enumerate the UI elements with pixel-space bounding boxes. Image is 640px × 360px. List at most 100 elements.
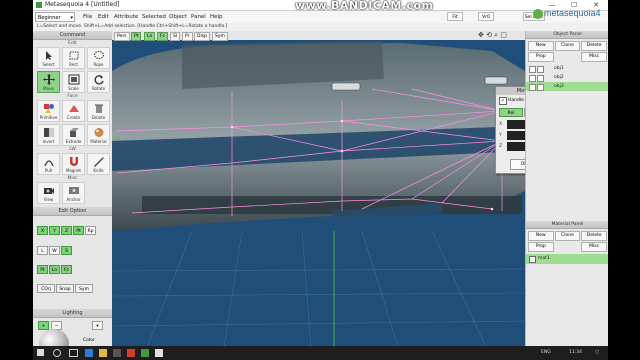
visibility-checkbox[interactable] <box>529 66 536 73</box>
rp-toggle[interactable]: Rp <box>85 226 96 235</box>
menu-help[interactable]: Help <box>210 12 223 22</box>
primitive-icon <box>43 104 54 113</box>
scale-tool[interactable]: Scale <box>62 71 85 93</box>
arrow-cursor-icon <box>45 51 52 60</box>
corj-toggle[interactable]: COrj <box>37 284 55 293</box>
object-prop-button[interactable]: Prop <box>528 52 554 62</box>
light-menu-button[interactable]: ▾ <box>92 321 103 330</box>
add-light-button[interactable]: + <box>38 321 49 330</box>
axis-z-toggle[interactable]: Z <box>61 226 72 235</box>
tab-sym[interactable]: Sym <box>212 32 228 41</box>
world-toggle[interactable]: W <box>49 246 60 255</box>
material-new-button[interactable]: New <box>528 231 554 241</box>
object-misc-button[interactable]: Misc <box>581 52 607 62</box>
tab-disp[interactable]: Disp <box>194 32 210 41</box>
create-tool[interactable]: Create <box>62 100 85 122</box>
material-row-mat1[interactable]: mat1 <box>526 254 608 264</box>
object-row-obj1[interactable]: obj1 <box>526 64 608 73</box>
object-new-button[interactable]: New <box>528 41 554 51</box>
file-explorer-icon[interactable] <box>99 349 107 357</box>
menu-attribute[interactable]: Attribute <box>114 12 138 22</box>
status-hint: L=Select and move. Shift+L=Add selection… <box>33 23 537 31</box>
invert-tool[interactable]: Invert <box>37 124 60 146</box>
tab-pr[interactable]: Pr <box>182 32 193 41</box>
light-color-label[interactable]: Color <box>83 338 95 343</box>
snap-toggle[interactable]: Snap <box>56 284 74 293</box>
object-spacer <box>555 52 581 60</box>
object-row-obj3[interactable]: obj3 <box>526 82 608 91</box>
select-tool[interactable]: Select <box>37 47 60 69</box>
task-view-icon[interactable] <box>69 349 78 357</box>
visibility-checkbox[interactable] <box>529 75 536 82</box>
scale-icon <box>68 74 79 85</box>
material-misc-button[interactable]: Misc <box>581 242 607 252</box>
move-tool[interactable]: Move <box>37 71 60 93</box>
material-clone-button[interactable]: Clone <box>554 231 581 241</box>
tab-face[interactable]: Fc <box>157 32 169 41</box>
tab-line[interactable]: Ln <box>144 32 156 41</box>
sym-toggle[interactable]: Sym <box>75 284 93 293</box>
edit-option-panel: Edit Option X Y Z Pt Rp LWS Pt Ln Fc COrj Snap S… <box>33 207 112 294</box>
app-taskbar-icon[interactable] <box>155 349 163 357</box>
menu-edit[interactable]: Edit <box>98 12 109 22</box>
fit-button[interactable]: Fit <box>447 12 463 21</box>
rect-tool[interactable]: Rect <box>62 47 85 69</box>
primitive-tool[interactable]: Primitive <box>37 100 60 122</box>
lock-checkbox[interactable] <box>537 84 544 91</box>
face-mode-toggle[interactable]: Fc <box>61 265 72 274</box>
command-panel-header: Command <box>33 31 112 40</box>
menu-file[interactable]: File <box>83 12 92 22</box>
lw-tools: Pull Magnet Knife <box>33 153 112 175</box>
axis-x-toggle[interactable]: X <box>37 226 48 235</box>
tab-sl[interactable]: Sl <box>170 32 181 41</box>
knife-tool[interactable]: Knife <box>87 153 110 175</box>
line-mode-toggle[interactable]: Ln <box>49 265 60 274</box>
material-prop-button[interactable]: Prop <box>528 242 554 252</box>
handle-label: Handle <box>508 98 524 103</box>
point-mode-toggle[interactable]: Pt <box>37 265 48 274</box>
visibility-checkbox[interactable] <box>529 84 536 91</box>
tab-point[interactable]: Pt <box>131 32 142 41</box>
menu-object[interactable]: Object <box>169 12 187 22</box>
mode-select[interactable]: Beginner ▾ <box>35 12 75 22</box>
lock-checkbox[interactable] <box>537 66 544 73</box>
input-language[interactable]: ENG <box>541 346 551 360</box>
material-tool[interactable]: Material <box>87 124 110 146</box>
tab-pers[interactable]: Pers <box>114 32 130 41</box>
material-panel-buttons: New Clone Delete Prop Misc <box>526 229 608 254</box>
axis-y-toggle[interactable]: Y <box>49 226 60 235</box>
3d-viewport[interactable]: Pers Pt Ln Fc Sl Pr Disp Sym ✥ ⟲ ⌕ ▢ <box>112 31 525 360</box>
notification-icon[interactable]: ▢ <box>595 346 599 360</box>
menu-panel[interactable]: Panel <box>191 12 206 22</box>
windows-start-icon[interactable] <box>37 349 44 356</box>
menu-selected[interactable]: Selected <box>142 12 166 22</box>
delete-tool[interactable]: Delete <box>87 100 110 122</box>
rope-tool[interactable]: Rope <box>87 47 110 69</box>
vr0-button[interactable]: Vr0 <box>478 12 494 21</box>
relative-toggle[interactable]: Rel <box>499 108 523 117</box>
object-row-obj2[interactable]: obj2 <box>526 73 608 82</box>
bandicam-icon[interactable] <box>127 349 135 357</box>
material-delete-button[interactable]: Delete <box>581 231 607 241</box>
clock[interactable]: 11:34 <box>569 346 582 360</box>
local-toggle[interactable]: L <box>37 246 48 255</box>
anchor-tool[interactable]: Anchor <box>62 182 85 204</box>
search-icon[interactable] <box>53 349 61 357</box>
metasequoia-taskbar-icon[interactable] <box>141 349 149 357</box>
screen-toggle[interactable]: S <box>61 246 72 255</box>
lock-checkbox[interactable] <box>537 75 544 82</box>
view-tool[interactable]: View <box>37 182 60 204</box>
handle-checkbox[interactable]: ✓ <box>499 97 507 105</box>
object-clone-button[interactable]: Clone <box>554 41 581 51</box>
magnet-tool[interactable]: Magnet <box>62 153 85 175</box>
viewport-nav-icons[interactable]: ✥ ⟲ ⌕ ▢ <box>478 31 507 40</box>
store-icon[interactable] <box>113 349 121 357</box>
edge-icon[interactable] <box>85 349 93 357</box>
pt-toggle[interactable]: Pt <box>73 226 84 235</box>
extrude-tool[interactable]: Extrude <box>62 124 85 146</box>
object-delete-button[interactable]: Delete <box>581 41 607 51</box>
material-swatch[interactable] <box>529 256 536 263</box>
rotate-tool[interactable]: Rotate <box>87 71 110 93</box>
pull-tool[interactable]: Pull <box>37 153 60 175</box>
face-tools: Primitive Create Delete Invert Extrude M… <box>33 100 112 146</box>
